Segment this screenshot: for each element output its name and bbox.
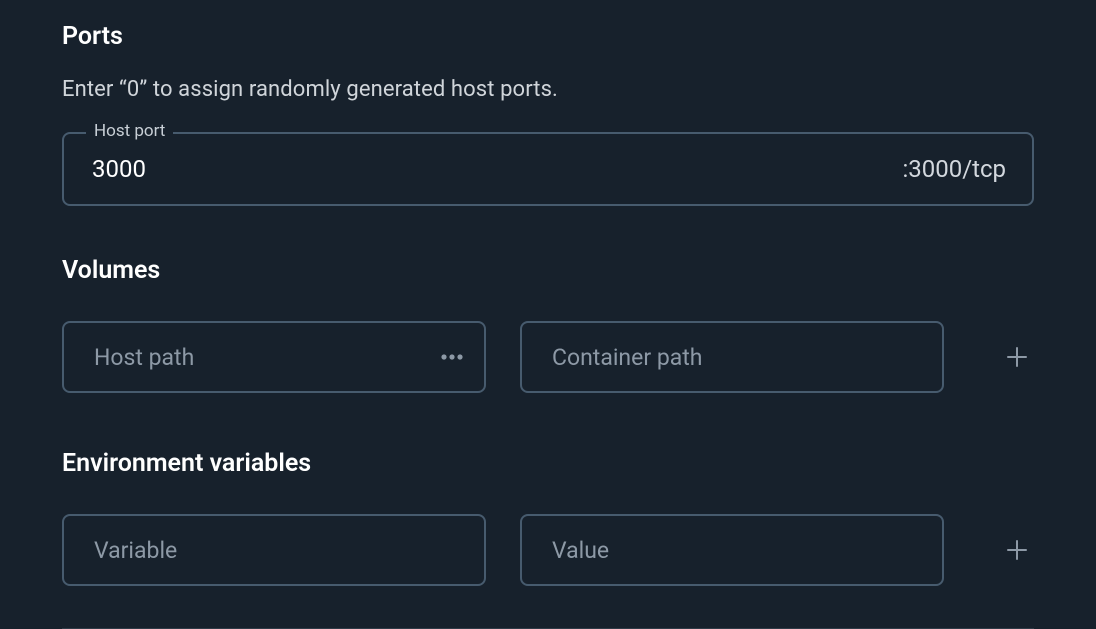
env-variable-input[interactable] [94,537,464,564]
add-env-button[interactable]: plus-icon [1000,528,1034,572]
host-port-input[interactable] [92,155,902,183]
container-path-input[interactable] [552,344,922,371]
host-path-input[interactable] [94,344,440,371]
container-path-field-wrapper [520,321,944,393]
ports-title: Ports [62,22,1034,51]
container-port-label: :3000/tcp [902,155,1006,183]
ellipsis-icon[interactable] [440,345,464,369]
host-port-fieldset: Host port :3000/tcp [62,132,1034,206]
env-variable-field-wrapper [62,514,486,586]
ports-help-text: Enter “0” to assign randomly generated h… [62,77,1034,102]
env-value-field-wrapper [520,514,944,586]
host-port-label: Host port [86,121,173,141]
env-title: Environment variables [62,449,1034,478]
add-volume-button[interactable]: plus-icon [1000,335,1034,379]
host-path-field-wrapper [62,321,486,393]
volumes-title: Volumes [62,256,1034,285]
env-value-input[interactable] [552,537,922,564]
